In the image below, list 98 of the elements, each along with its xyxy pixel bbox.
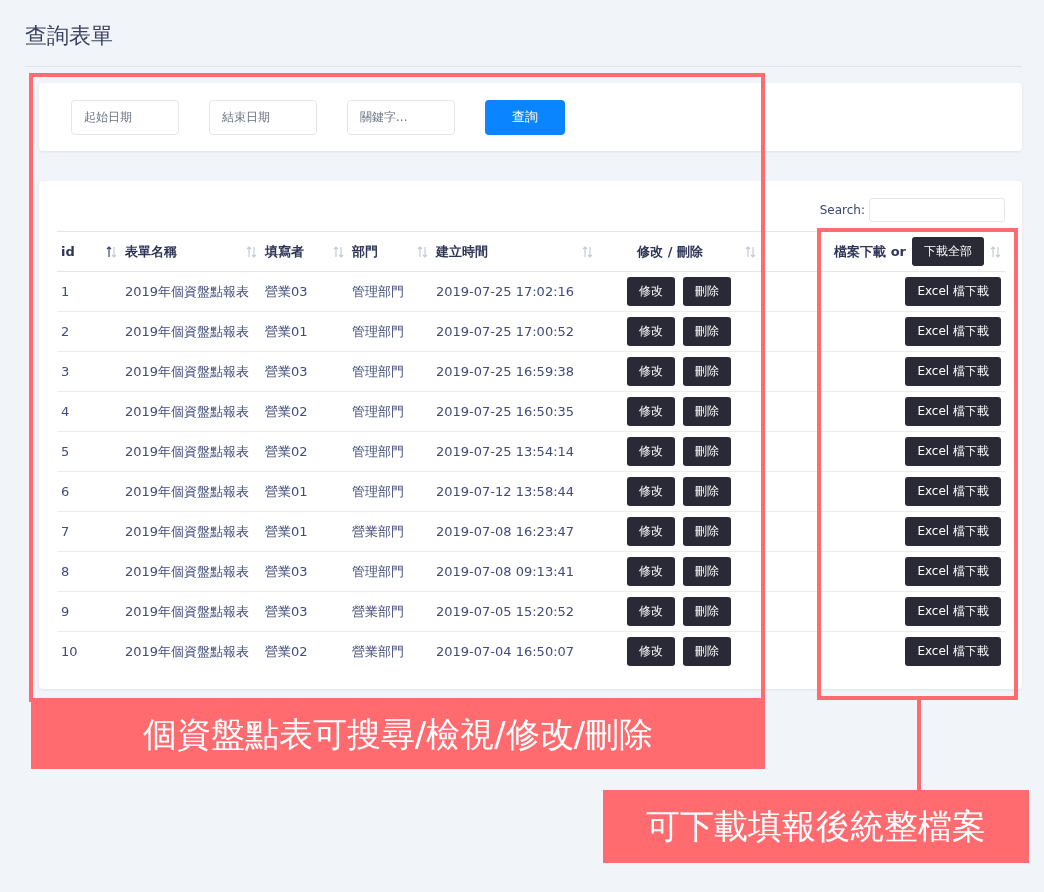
table-cell: 2019-07-04 16:50:07 [432,631,597,671]
column-header[interactable]: 檔案下載 or 下載全部 [760,231,1005,272]
table-cell: 營業部門 [348,511,432,552]
excel-download-button[interactable]: Excel 檔下載 [905,397,1001,426]
delete-button[interactable]: 刪除 [682,357,731,386]
delete-button[interactable]: 刪除 [682,637,731,666]
column-header[interactable]: 建立時間 [432,231,597,272]
table-cell: 2019年個資盤點報表 [121,471,261,512]
delete-button[interactable]: 刪除 [682,437,731,466]
excel-download-button[interactable]: Excel 檔下載 [905,437,1001,466]
excel-download-button[interactable]: Excel 檔下載 [905,357,1001,386]
table-cell: 2019年個資盤點報表 [121,631,261,671]
table-cell: 2019年個資盤點報表 [121,551,261,592]
edit-button[interactable]: 修改 [626,597,675,626]
table-cell: 營業01 [261,311,348,352]
table-cell: 營業01 [261,511,348,552]
delete-button[interactable]: 刪除 [682,597,731,626]
column-header[interactable]: 表單名稱 [121,231,261,272]
table-cell: 2019-07-25 17:02:16 [432,271,597,312]
table-cell: 1 [57,271,121,312]
delete-button[interactable]: 刪除 [682,317,731,346]
table-cell: 2019-07-12 13:58:44 [432,471,597,512]
download-all-button[interactable]: 下載全部 [912,237,984,266]
table-cell: 2019-07-25 16:59:38 [432,351,597,392]
table-cell: 2019年個資盤點報表 [121,391,261,432]
table-cell: 2019-07-25 13:54:14 [432,431,597,472]
table-cell: 8 [57,551,121,592]
table-cell: 2019-07-08 16:23:47 [432,511,597,552]
table-cell: 6 [57,471,121,512]
delete-button[interactable]: 刪除 [682,557,731,586]
table-cell: 營業部門 [348,631,432,671]
annotation-label: 個資盤點表可搜尋/檢視/修改/刪除 [31,700,765,769]
table-cell: 營業03 [261,271,348,312]
edit-button[interactable]: 修改 [626,517,675,546]
table-cell: 營業02 [261,631,348,671]
column-header[interactable]: 修改 / 刪除 [597,231,760,272]
annotation-label: 可下載填報後統整檔案 [603,790,1029,863]
table-cell: 2019年個資盤點報表 [121,351,261,392]
table-cell: 管理部門 [348,311,432,352]
delete-button[interactable]: 刪除 [682,277,731,306]
delete-button[interactable]: 刪除 [682,397,731,426]
table-cell: 營業03 [261,591,348,632]
table-cell: 2019-07-05 15:20:52 [432,591,597,632]
table-cell: 2019-07-25 17:00:52 [432,311,597,352]
search-label: Search: [819,203,865,217]
sort-icon[interactable] [106,245,117,258]
excel-download-button[interactable]: Excel 檔下載 [905,557,1001,586]
table-cell: 營業03 [261,351,348,392]
table-cell: 10 [57,631,121,671]
table-cell: 2019年個資盤點報表 [121,511,261,552]
table-cell: 2019年個資盤點報表 [121,271,261,312]
delete-button[interactable]: 刪除 [682,477,731,506]
table-cell: 2019年個資盤點報表 [121,431,261,472]
edit-button[interactable]: 修改 [626,357,675,386]
query-button[interactable]: 查詢 [485,99,565,135]
excel-download-button[interactable]: Excel 檔下載 [905,517,1001,546]
table-cell: 管理部門 [348,551,432,592]
column-header[interactable]: id [57,231,121,272]
table-cell: 營業01 [261,471,348,512]
table-cell: 3 [57,351,121,392]
table-cell: 9 [57,591,121,632]
table-cell: 營業部門 [348,591,432,632]
filter-field[interactable]: 關鍵字... [347,99,455,135]
edit-button[interactable]: 修改 [626,437,675,466]
table-cell: 7 [57,511,121,552]
table-cell: 營業02 [261,431,348,472]
search-field[interactable] [869,198,1005,222]
table-cell: 管理部門 [348,351,432,392]
excel-download-button[interactable]: Excel 檔下載 [905,477,1001,506]
table-cell: 2019年個資盤點報表 [121,591,261,632]
table-cell: 4 [57,391,121,432]
delete-button[interactable]: 刪除 [682,517,731,546]
edit-button[interactable]: 修改 [626,397,675,426]
excel-download-button[interactable]: Excel 檔下載 [905,597,1001,626]
table-cell: 營業03 [261,551,348,592]
column-header[interactable]: 填寫者 [261,231,348,272]
edit-button[interactable]: 修改 [626,477,675,506]
table-cell: 5 [57,431,121,472]
column-header[interactable]: 部門 [348,231,432,272]
table-cell: 2019年個資盤點報表 [121,311,261,352]
table-cell: 2019-07-08 09:13:41 [432,551,597,592]
edit-button[interactable]: 修改 [626,277,675,306]
table-cell: 管理部門 [348,271,432,312]
edit-button[interactable]: 修改 [626,557,675,586]
table-cell: 營業02 [261,391,348,432]
excel-download-button[interactable]: Excel 檔下載 [905,317,1001,346]
page-title: 查詢表單 [25,22,114,50]
excel-download-button[interactable]: Excel 檔下載 [905,277,1001,306]
table-cell: 2019-07-25 16:50:35 [432,391,597,432]
edit-button[interactable]: 修改 [626,317,675,346]
edit-button[interactable]: 修改 [626,637,675,666]
filter-field[interactable]: 結束日期 [209,99,317,135]
table-cell: 管理部門 [348,431,432,472]
table-cell: 管理部門 [348,471,432,512]
table-cell: 管理部門 [348,391,432,432]
filter-field[interactable]: 起始日期 [71,99,179,135]
table-cell: 2 [57,311,121,352]
excel-download-button[interactable]: Excel 檔下載 [905,637,1001,666]
